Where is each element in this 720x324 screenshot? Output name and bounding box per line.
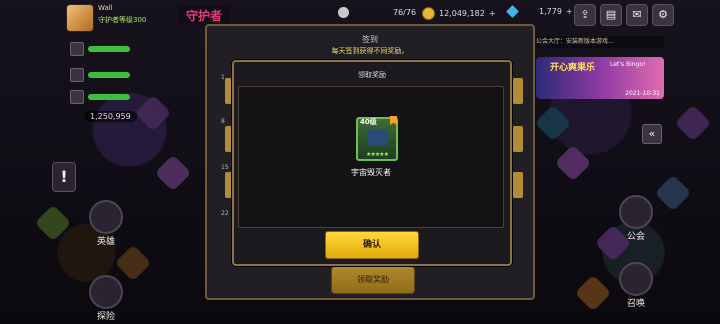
share-icon[interactable]: ⇪ — [574, 4, 596, 26]
item-art — [367, 130, 387, 146]
confirm-button[interactable]: 确认 — [325, 231, 419, 259]
reward-modal: 领取奖励 40级 ★★★★★ 宇宙毁灭者 获得第21天签到奖励。 确认 — [232, 60, 512, 266]
player-level: 守护者等级300 — [98, 16, 147, 24]
player-info[interactable]: Wall 守护者等级300 — [66, 4, 146, 32]
chat-ticker[interactable]: 公会大厅：安装新版本游戏... — [536, 36, 664, 48]
signin-row-tab — [513, 78, 523, 104]
resource-icon — [70, 42, 84, 56]
guardian-title: 守护者 — [178, 6, 231, 25]
player-name: Wall — [98, 4, 113, 12]
signin-row-label: 15 — [221, 164, 229, 171]
explore-button[interactable]: 探险 — [86, 275, 126, 322]
explore-label: 探险 — [96, 312, 115, 322]
gem-icon — [506, 5, 519, 18]
guild-icon — [619, 195, 653, 229]
signin-subtitle: 每天签到获得不同奖励。 — [331, 47, 409, 55]
bookmark-icon — [390, 116, 397, 125]
summon-label: 召唤 — [626, 299, 645, 309]
alert-icon[interactable]: ! — [52, 162, 76, 192]
add-gold-icon[interactable]: + — [489, 9, 496, 18]
resource-row[interactable] — [70, 42, 130, 56]
resource-bar — [88, 94, 130, 100]
resource-row[interactable] — [70, 90, 130, 104]
inventory-icon[interactable]: ▤ — [600, 4, 622, 26]
signin-row-tab — [513, 126, 523, 152]
heroes-button[interactable]: 英雄 — [86, 200, 126, 247]
item-stars: ★★★★★ — [366, 151, 389, 158]
gem-display[interactable]: 1,779 + — [506, 5, 573, 18]
modal-body: 40级 ★★★★★ 宇宙毁灭者 获得第21天签到奖励。 — [238, 86, 504, 241]
summon-button[interactable]: 召唤 — [616, 262, 656, 309]
resource-icon — [70, 68, 84, 82]
claim-reward-button[interactable]: 领取奖励 — [331, 266, 415, 294]
stamina-value: 76/76 — [393, 8, 417, 17]
event-banner-subtitle: Let's Bingo! — [610, 61, 646, 68]
heroes-label: 英雄 — [96, 237, 115, 247]
resource-icon — [70, 90, 84, 104]
modal-title: 领取奖励 — [358, 71, 386, 79]
summon-icon — [619, 262, 653, 296]
event-banner-date: 2021-10-31 — [625, 90, 660, 97]
combat-power: 1,250,959 — [84, 111, 137, 122]
guild-label: 公会 — [626, 232, 645, 242]
resource-row[interactable] — [70, 68, 130, 82]
signin-row-tab — [513, 172, 523, 198]
mail-icon[interactable]: ✉ — [626, 4, 648, 26]
gold-display[interactable]: 12,049,182 + — [422, 7, 496, 20]
heroes-icon — [89, 200, 123, 234]
item-name: 宇宙毁灭者 — [351, 168, 391, 177]
player-avatar[interactable] — [66, 4, 94, 32]
signin-row-label: 8 — [221, 118, 225, 125]
add-gem-icon[interactable]: + — [566, 7, 573, 16]
resource-bar — [88, 72, 130, 78]
signin-row-label: 22 — [221, 210, 229, 217]
stamina-icon — [338, 7, 349, 18]
gem-value: 1,779 — [539, 7, 562, 16]
stamina-display[interactable]: 76/76 — [338, 7, 416, 18]
event-banner[interactable]: 开心爽果乐 Let's Bingo! 2021-10-31 — [536, 57, 664, 99]
collapse-panel-button[interactable]: « — [642, 124, 662, 144]
settings-gear-icon[interactable]: ⚙ — [652, 4, 674, 26]
signin-title: 签到 — [362, 35, 378, 44]
coin-icon — [422, 7, 435, 20]
reward-item-card[interactable]: 40级 ★★★★★ — [356, 116, 398, 161]
explore-icon — [89, 275, 123, 309]
event-banner-title: 开心爽果乐 — [550, 63, 596, 73]
guild-button[interactable]: 公会 — [616, 195, 656, 242]
item-level: 40级 — [360, 118, 377, 126]
gold-value: 12,049,182 — [439, 9, 485, 18]
resource-bar — [88, 46, 130, 52]
